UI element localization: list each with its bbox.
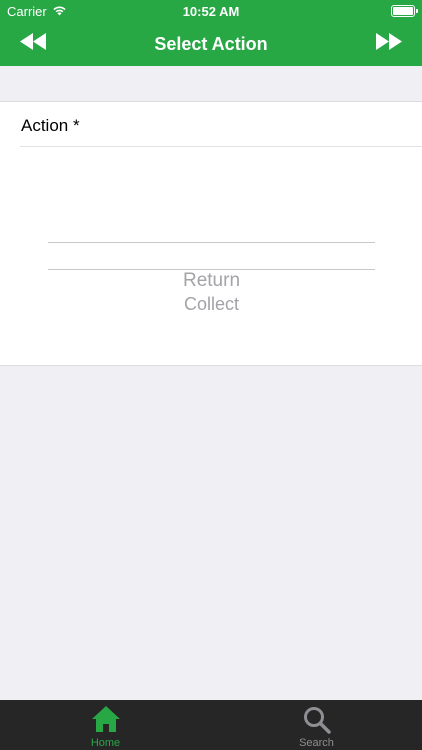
top-bar: Carrier 10:52 AM Select Action [0, 0, 422, 66]
action-form-card: Action * Return Collect [0, 101, 422, 366]
fast-forward-button[interactable] [364, 22, 414, 66]
page-title: Select Action [154, 34, 268, 54]
home-icon [91, 705, 121, 738]
fast-forward-icon [376, 33, 402, 55]
tab-bar: Home Search [0, 700, 422, 750]
search-icon [302, 705, 332, 740]
picker-option-return[interactable]: Return [48, 270, 375, 292]
tab-home[interactable]: Home [0, 700, 211, 750]
status-time: 10:52 AM [182, 4, 240, 19]
picker-selection-top-line [48, 242, 375, 243]
action-field-label: Action * [21, 116, 80, 135]
action-picker[interactable]: Return Collect [48, 242, 375, 342]
navigation-bar: Select Action [0, 22, 422, 66]
picker-option-collect[interactable]: Collect [48, 294, 375, 315]
battery-icon [391, 5, 418, 17]
tab-home-label: Home [90, 737, 121, 749]
status-bar: Carrier 10:52 AM [0, 0, 422, 22]
tab-search-label: Search [299, 737, 334, 749]
tab-search[interactable]: Search [211, 700, 422, 750]
field-divider [20, 146, 422, 147]
